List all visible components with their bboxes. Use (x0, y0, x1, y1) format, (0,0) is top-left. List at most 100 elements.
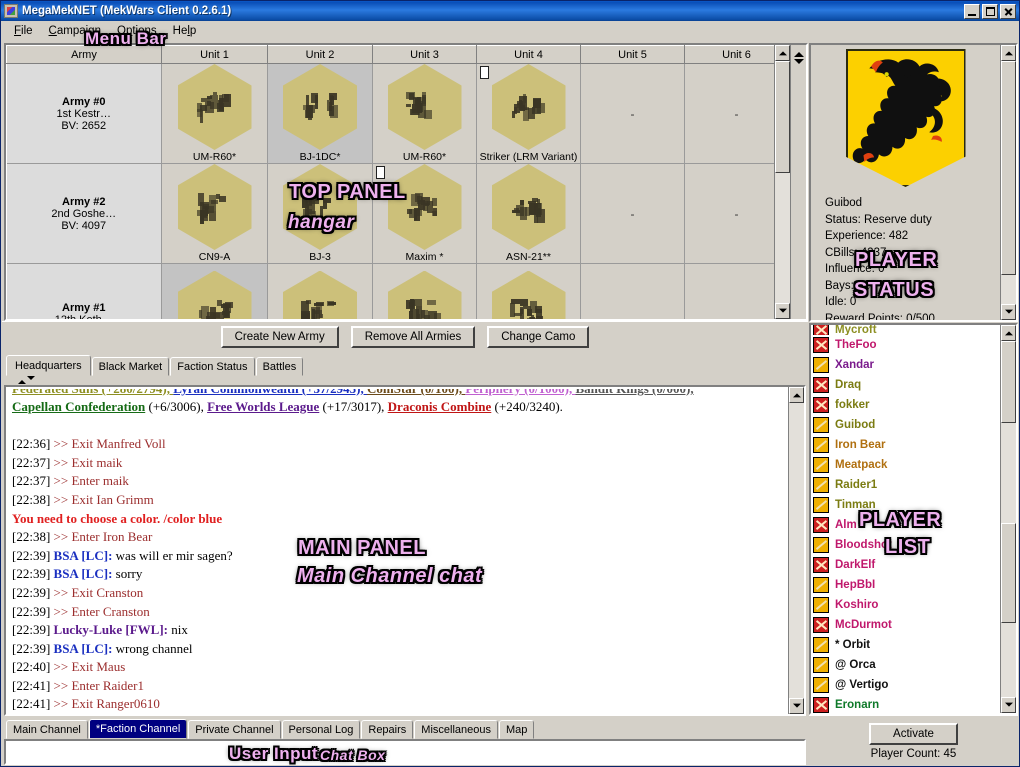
player-list-item[interactable]: @ Orca (811, 655, 1000, 675)
col-header-unit-1[interactable]: Unit 1 (162, 46, 268, 64)
unit-cell[interactable]: UM-R60* (162, 64, 268, 164)
hangar-side-splitter[interactable] (790, 45, 806, 319)
status-scroll-track[interactable] (1001, 61, 1016, 304)
unit-tile[interactable] (477, 271, 580, 319)
status-vertical-scrollbar[interactable] (1000, 45, 1016, 320)
hq-tab-battles[interactable]: Battles (256, 357, 304, 376)
faction-link[interactable]: Free Worlds League (207, 399, 319, 414)
remove-all-armies-button[interactable]: Remove All Armies (351, 326, 476, 348)
player-list-item[interactable]: DarkElf (811, 555, 1000, 575)
player-list-scroll-thumb[interactable] (1001, 523, 1016, 623)
unit-cell[interactable]: - (685, 164, 775, 264)
table-row[interactable]: Army #01st Kestr…BV: 2652UM-R60*BJ-1DC*U… (7, 64, 775, 164)
maximize-button[interactable] (982, 4, 998, 19)
unit-tile[interactable]: BJ-3 (268, 164, 372, 263)
chat-tab-repairs[interactable]: Repairs (361, 720, 413, 739)
player-list-item[interactable]: Meatpack (811, 455, 1000, 475)
hangar-scroll-track[interactable] (775, 61, 790, 303)
hq-tab-headquarters[interactable]: Headquarters (6, 355, 91, 376)
unit-tile[interactable]: ASN-21** (477, 164, 580, 263)
unit-cell[interactable] (268, 264, 373, 319)
chat-scroll-up-icon[interactable] (789, 387, 804, 403)
player-list-item[interactable]: Raider1 (811, 475, 1000, 495)
col-header-army[interactable]: Army (7, 46, 162, 64)
player-list-item[interactable]: Xandar (811, 355, 1000, 375)
create-new-army-button[interactable]: Create New Army (221, 326, 339, 348)
menu-options[interactable]: Options (109, 23, 165, 39)
unit-tile[interactable]: BJ-1DC* (268, 64, 372, 163)
player-list-item[interactable]: Guibod (811, 415, 1000, 435)
unit-cell[interactable]: ASN-21** (477, 164, 581, 264)
player-list-item[interactable]: TheFoo (811, 335, 1000, 355)
unit-tile[interactable] (268, 271, 372, 319)
col-header-unit-5[interactable]: Unit 5 (581, 46, 685, 64)
player-list[interactable]: MycroftTheFooXandarDraqfokkerGuibodIron … (811, 325, 1000, 713)
faction-link[interactable]: Draconis Combine (388, 399, 492, 414)
player-list-scroll-up-icon[interactable] (1001, 325, 1016, 341)
unit-cell[interactable]: Striker (LRM Variant) (477, 64, 581, 164)
player-list-item[interactable]: Alm (811, 515, 1000, 535)
chat-tab-private-channel[interactable]: Private Channel (188, 720, 280, 739)
chat-log[interactable]: Federated Suns (+280/2794), Lyran Common… (6, 387, 788, 714)
chat-tab-faction-channel[interactable]: *Faction Channel (89, 719, 187, 739)
player-list-item[interactable]: fokker (811, 395, 1000, 415)
player-list-scroll-down-icon[interactable] (1001, 697, 1016, 713)
chat-tab-miscellaneous[interactable]: Miscellaneous (414, 720, 498, 739)
status-scroll-thumb[interactable] (1001, 61, 1016, 275)
col-header-unit-6[interactable]: Unit 6 (685, 46, 775, 64)
change-camo-button[interactable]: Change Camo (487, 326, 589, 348)
player-list-scroll-track[interactable] (1001, 341, 1016, 697)
unit-tile[interactable] (162, 271, 267, 319)
unit-cell[interactable]: BJ-3 (268, 164, 373, 264)
unit-cell[interactable]: - (581, 164, 685, 264)
unit-cell[interactable]: CN9-A (162, 164, 268, 264)
hangar-vertical-scrollbar[interactable] (774, 45, 790, 319)
player-list-item[interactable]: @ Vertigo (811, 675, 1000, 695)
chat-vertical-scrollbar[interactable] (788, 387, 804, 714)
player-list-item[interactable]: Koshiro (811, 595, 1000, 615)
splitter-down-icon[interactable] (794, 59, 804, 69)
unit-tile[interactable] (373, 271, 476, 319)
army-cell[interactable]: Army #22nd Goshe…BV: 4097 (7, 164, 162, 264)
unit-cell[interactable] (162, 264, 268, 319)
status-scroll-up-icon[interactable] (1001, 45, 1016, 61)
chat-scroll-down-icon[interactable] (789, 698, 804, 714)
splitter-up-icon[interactable] (794, 47, 804, 57)
chat-splitter-up-icon[interactable] (18, 376, 26, 384)
menu-campaign[interactable]: Campaign (41, 23, 109, 39)
hangar-scroll-thumb[interactable] (775, 61, 790, 173)
chat-scroll-track[interactable] (789, 403, 804, 698)
hangar-scroll-area[interactable]: Army Unit 1 Unit 2 Unit 3 Unit 4 Unit 5 … (6, 45, 774, 319)
hangar-scroll-up-icon[interactable] (775, 45, 790, 61)
col-header-unit-4[interactable]: Unit 4 (477, 46, 581, 64)
col-header-unit-3[interactable]: Unit 3 (373, 46, 477, 64)
close-button[interactable] (1000, 4, 1016, 19)
player-list-vertical-scrollbar[interactable] (1000, 325, 1016, 713)
player-list-item[interactable]: Eronarn (811, 695, 1000, 713)
chat-input[interactable] (6, 741, 804, 763)
unit-cell[interactable] (373, 264, 477, 319)
chat-tab-map[interactable]: Map (499, 720, 534, 739)
chat-splitter[interactable] (2, 375, 808, 385)
chat-tab-personal-log[interactable]: Personal Log (282, 720, 361, 739)
player-list-item[interactable]: Mycroft (811, 325, 1000, 335)
table-row[interactable]: Army #22nd Goshe…BV: 4097CN9-ABJ-3Maxim … (7, 164, 775, 264)
unit-cell[interactable]: UM-R60* (373, 64, 477, 164)
army-cell[interactable]: Army #112th Keth… (7, 264, 162, 319)
unit-tile[interactable]: Striker (LRM Variant) (477, 64, 580, 163)
army-cell[interactable]: Army #01st Kestr…BV: 2652 (7, 64, 162, 164)
unit-cell[interactable] (477, 264, 581, 319)
player-list-item[interactable]: HepBbI (811, 575, 1000, 595)
unit-tile[interactable]: CN9-A (162, 164, 267, 263)
hangar-scroll-down-icon[interactable] (775, 303, 790, 319)
unit-tile[interactable]: UM-R60* (162, 64, 267, 163)
faction-link[interactable]: Capellan Confederation (12, 399, 145, 414)
player-list-item[interactable]: * Orbit (811, 635, 1000, 655)
unit-cell[interactable]: - (685, 64, 775, 164)
status-scroll-down-icon[interactable] (1001, 304, 1016, 320)
unit-tile[interactable]: Maxim * (373, 164, 476, 263)
unit-cell[interactable] (581, 264, 685, 319)
chat-input-wrapper[interactable] (4, 739, 806, 765)
menu-help[interactable]: Help (165, 23, 205, 39)
unit-cell[interactable] (685, 264, 775, 319)
